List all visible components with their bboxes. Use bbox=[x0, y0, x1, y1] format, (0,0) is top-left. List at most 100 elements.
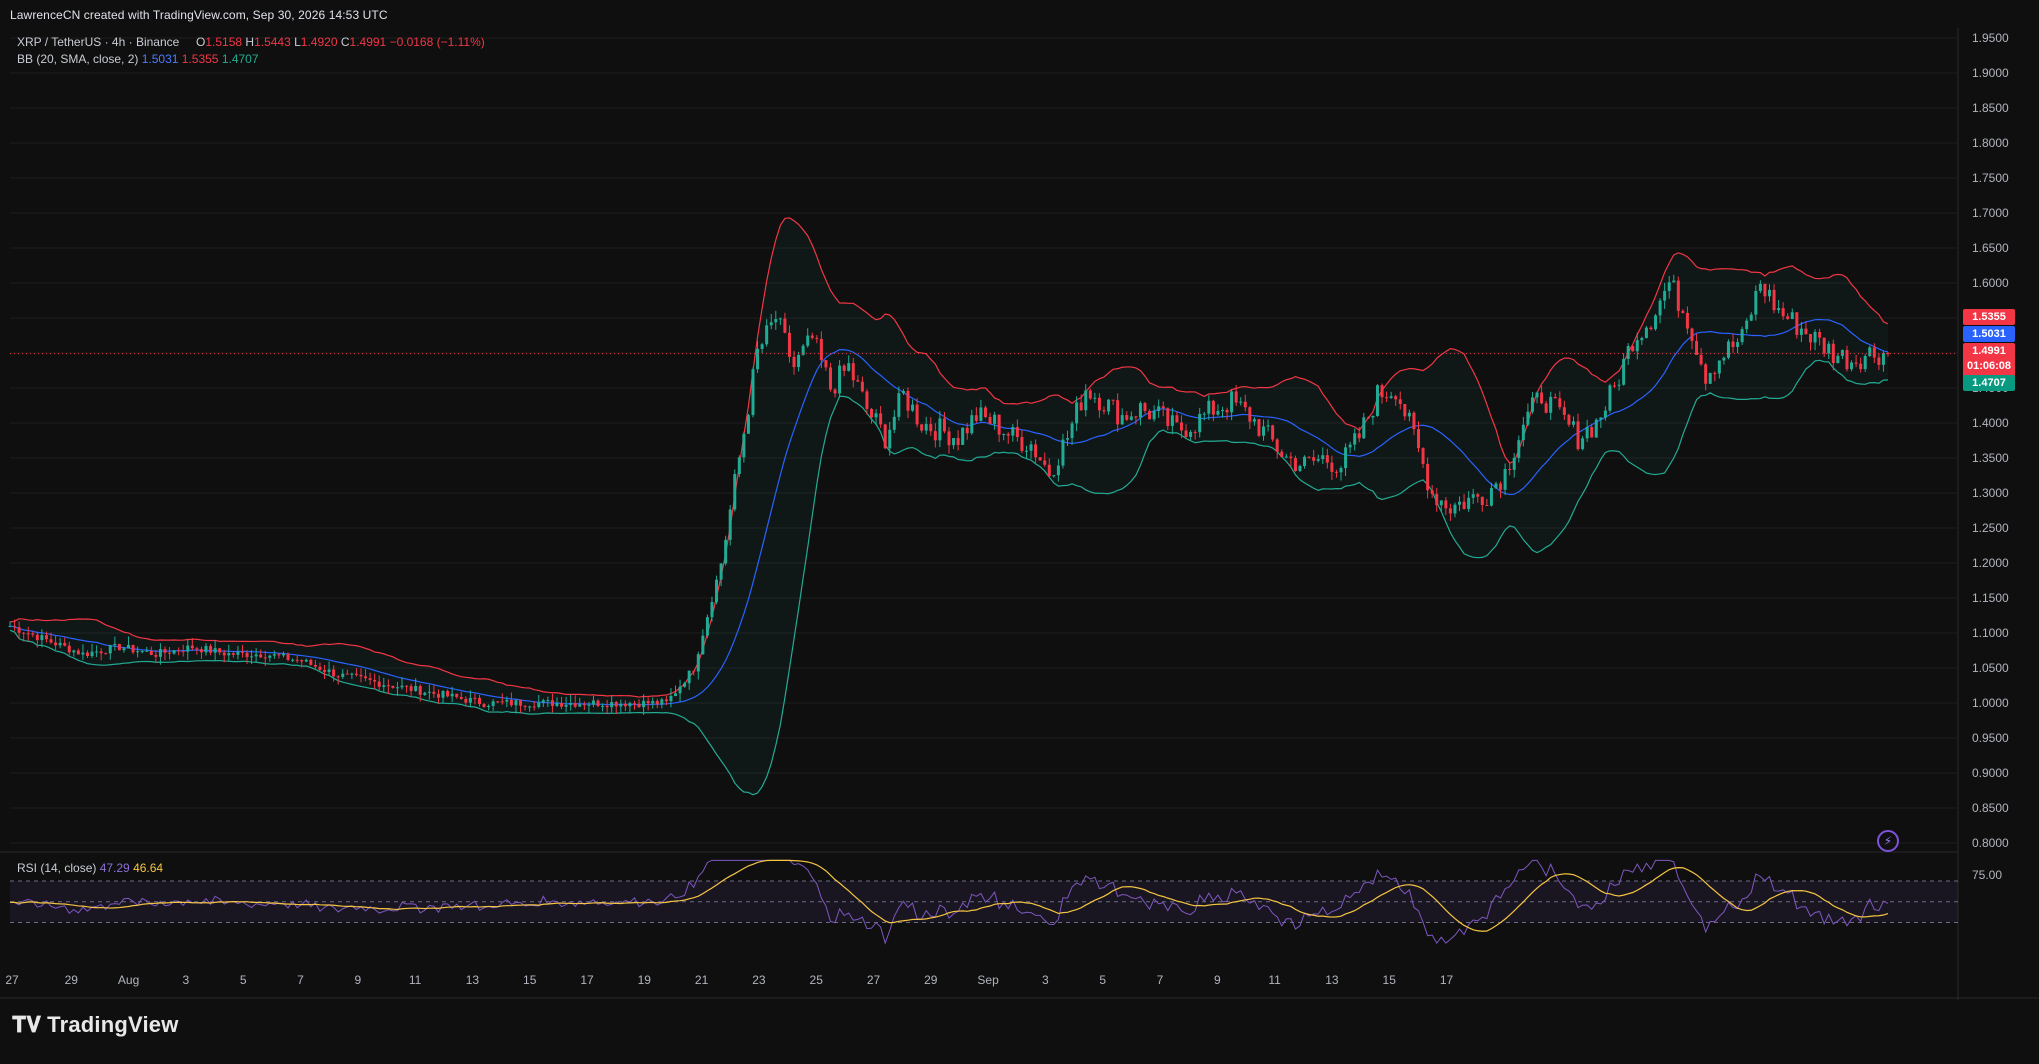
candle bbox=[336, 676, 340, 678]
candle bbox=[199, 649, 203, 653]
candle bbox=[459, 697, 463, 699]
candle bbox=[1198, 413, 1202, 433]
candle bbox=[409, 686, 413, 691]
candle bbox=[778, 318, 782, 320]
candle bbox=[1357, 433, 1361, 439]
candle bbox=[933, 431, 937, 441]
candle bbox=[1284, 456, 1288, 458]
price-chart[interactable]: 1.9500 1.9000 1.8500 1.8000 1.7500 1.7000 1.65… bbox=[0, 0, 2039, 1059]
candle bbox=[1047, 464, 1051, 477]
candle bbox=[263, 657, 267, 659]
candle bbox=[965, 427, 969, 434]
candle bbox=[341, 673, 345, 677]
candle bbox=[145, 650, 149, 652]
x-tick-label: 3 bbox=[183, 973, 190, 987]
candle bbox=[1713, 373, 1717, 375]
y-tick-label: 0.9500 bbox=[1972, 731, 2009, 745]
candle bbox=[1667, 282, 1671, 291]
y-tick-label: 1.1500 bbox=[1972, 591, 2009, 605]
x-tick-label: 11 bbox=[409, 973, 422, 987]
candle bbox=[63, 642, 67, 646]
candle bbox=[1325, 455, 1329, 463]
candle bbox=[250, 656, 254, 658]
candle bbox=[1480, 496, 1484, 506]
candle bbox=[1275, 439, 1279, 452]
candle bbox=[1517, 440, 1521, 458]
candle bbox=[815, 337, 819, 339]
candle bbox=[1084, 390, 1088, 411]
candle bbox=[655, 700, 659, 705]
candle bbox=[1011, 427, 1015, 436]
candle bbox=[1353, 433, 1357, 445]
x-tick-label: 3 bbox=[1042, 973, 1049, 987]
x-tick-label: 19 bbox=[638, 973, 652, 987]
candle bbox=[769, 322, 773, 326]
candle bbox=[245, 652, 249, 658]
y-tick-label: 1.9500 bbox=[1972, 31, 2009, 45]
candle bbox=[76, 650, 80, 655]
candle bbox=[1590, 427, 1594, 438]
bb-upper-price-tag: 1.5355 bbox=[1963, 309, 2015, 325]
candle bbox=[1585, 427, 1589, 439]
y-tick-label: 1.0000 bbox=[1972, 696, 2009, 710]
candle bbox=[1015, 427, 1019, 438]
y-tick-label: 0.9000 bbox=[1972, 766, 2009, 780]
candle bbox=[1777, 308, 1781, 311]
rsi-label: RSI (14, close) bbox=[17, 861, 97, 875]
candle bbox=[22, 632, 26, 634]
y-tick-label: 1.9000 bbox=[1972, 66, 2009, 80]
candle bbox=[756, 348, 760, 370]
candle bbox=[254, 654, 258, 657]
candle bbox=[537, 702, 541, 708]
candle bbox=[1207, 400, 1211, 414]
candle bbox=[85, 652, 89, 656]
chart-area[interactable]: 1.9500 1.9000 1.8500 1.8000 1.7500 1.7000 1.65… bbox=[0, 0, 2039, 1059]
candle bbox=[1781, 308, 1785, 317]
candle bbox=[1043, 460, 1047, 465]
candle bbox=[108, 645, 112, 654]
candle bbox=[1544, 403, 1548, 413]
bb-legend: BB (20, SMA, close, 2) 1.5031 1.5355 1.4… bbox=[17, 52, 259, 66]
candle bbox=[683, 683, 687, 687]
candle bbox=[819, 338, 823, 361]
candle bbox=[1157, 406, 1161, 412]
candle bbox=[947, 431, 951, 446]
candle bbox=[628, 703, 632, 707]
candle bbox=[1499, 483, 1503, 490]
candle bbox=[295, 659, 299, 661]
candle bbox=[696, 654, 700, 672]
y-tick-label: 1.8000 bbox=[1972, 136, 2009, 150]
candle bbox=[1508, 468, 1512, 470]
candle bbox=[268, 655, 272, 658]
candle bbox=[582, 704, 586, 706]
candle bbox=[678, 686, 682, 694]
candle bbox=[1749, 314, 1753, 321]
candle bbox=[1034, 444, 1038, 458]
candle bbox=[1175, 415, 1179, 423]
candle bbox=[1476, 494, 1480, 497]
candle bbox=[17, 627, 21, 633]
candle bbox=[865, 391, 869, 409]
candle bbox=[897, 393, 901, 417]
candle bbox=[1462, 501, 1466, 509]
candle bbox=[1790, 312, 1794, 319]
candle bbox=[427, 691, 431, 693]
candle bbox=[354, 673, 358, 675]
candle bbox=[72, 650, 76, 653]
candle bbox=[1006, 433, 1010, 436]
candle bbox=[979, 407, 983, 421]
candle bbox=[892, 416, 896, 430]
candle bbox=[751, 369, 755, 416]
candle bbox=[1813, 331, 1817, 343]
candle bbox=[1676, 280, 1680, 311]
candle bbox=[1148, 410, 1152, 420]
candle bbox=[828, 367, 832, 390]
candle bbox=[860, 381, 864, 392]
candle bbox=[163, 649, 167, 653]
candle bbox=[1252, 419, 1256, 422]
candle bbox=[1622, 358, 1626, 385]
candle bbox=[26, 633, 30, 635]
candle bbox=[1366, 417, 1370, 419]
candle bbox=[1836, 355, 1840, 363]
lightning-icon[interactable]: ⚡ bbox=[1877, 830, 1899, 852]
